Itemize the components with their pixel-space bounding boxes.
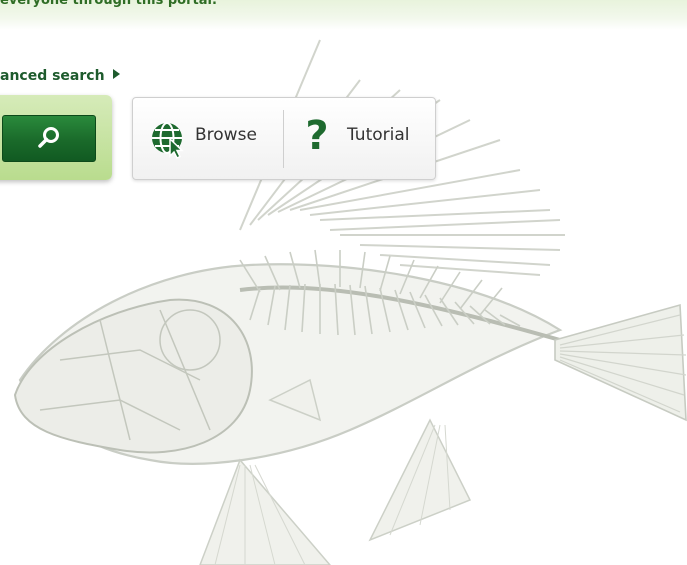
intro-text: everyone through this portal.	[0, 0, 217, 8]
search-panel	[0, 95, 112, 180]
nav-box: Browse ? Tutorial	[132, 97, 436, 180]
globe-cursor-icon	[152, 122, 184, 159]
search-button[interactable]	[2, 115, 96, 162]
magnifier-icon	[38, 127, 59, 148]
tutorial-label: Tutorial	[347, 125, 410, 145]
question-mark-icon: ?	[305, 113, 329, 159]
browse-button[interactable]: Browse	[133, 98, 283, 179]
browse-label: Browse	[195, 125, 257, 145]
advanced-search-link[interactable]: anced search	[0, 68, 120, 86]
advanced-search-label: anced search	[0, 68, 105, 84]
caret-right-icon	[112, 69, 120, 79]
tutorial-button[interactable]: ? Tutorial	[284, 98, 435, 179]
